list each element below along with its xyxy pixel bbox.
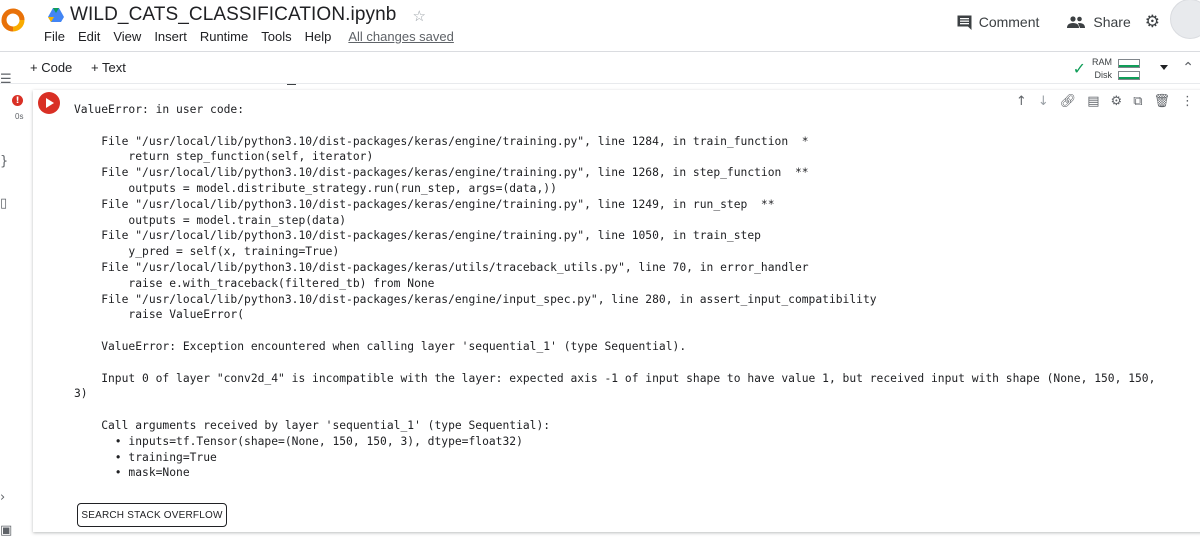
output-line: File "/usr/local/lib/python3.10/dist-pac… — [74, 166, 809, 180]
comment-icon — [957, 15, 972, 30]
output-line: • inputs=tf.Tensor(shape=(None, 150, 150… — [74, 434, 523, 448]
comment-button[interactable]: Comment — [957, 14, 1040, 30]
output-line: ValueError: in user code: — [74, 103, 245, 116]
people-icon — [1067, 16, 1086, 28]
disk-bar — [1118, 70, 1140, 80]
output-line: • mask=None — [74, 466, 190, 480]
output-line: raise ValueError( — [74, 308, 245, 322]
menu-file[interactable]: File — [44, 29, 65, 44]
output-line: File "/usr/local/lib/python3.10/dist-pac… — [74, 229, 761, 243]
output-line: outputs = model.distribute_strategy.run(… — [74, 181, 557, 195]
chevron-up-icon[interactable]: ⌃ — [1182, 59, 1194, 76]
output-line: 3) — [74, 387, 88, 401]
check-icon: ✓ — [1072, 61, 1086, 78]
output-line: outputs = model.train_step(data) — [74, 213, 347, 227]
menu-view[interactable]: View — [113, 29, 141, 44]
chevron-down-icon[interactable] — [1160, 65, 1168, 70]
files-icon[interactable]: ▯ — [0, 196, 7, 211]
chevron-right-icon[interactable]: › — [0, 490, 5, 505]
output-line: • training=True — [74, 450, 217, 464]
search-stack-overflow-button[interactable]: SEARCH STACK OVERFLOW — [77, 503, 227, 527]
gear-icon[interactable]: ⚙ — [1145, 12, 1160, 32]
output-line: Call arguments received by layer 'sequen… — [74, 418, 551, 432]
resource-monitor[interactable]: ✓ RAM Disk — [1073, 56, 1140, 82]
title-row: WILD_CATS_CLASSIFICATION.ipynb ☆ — [48, 4, 426, 26]
divider — [287, 84, 296, 85]
colab-logo-icon[interactable] — [0, 5, 32, 35]
output-line: raise e.with_traceback(filtered_tb) from… — [74, 276, 435, 290]
comment-label: Comment — [978, 14, 1040, 30]
run-cell-button[interactable] — [38, 92, 60, 114]
menu-edit[interactable]: Edit — [78, 29, 100, 44]
output-line: ValueError: Exception encountered when c… — [74, 339, 687, 353]
output-line: File "/usr/local/lib/python3.10/dist-pac… — [74, 292, 877, 306]
terminal-icon[interactable]: ▣ — [0, 523, 12, 538]
output-line: y_pred = self(x, training=True) — [74, 245, 340, 259]
menu-tools[interactable]: Tools — [261, 29, 291, 44]
output-line: File "/usr/local/lib/python3.10/dist-pac… — [74, 260, 809, 274]
share-button[interactable]: Share — [1067, 14, 1131, 30]
menu-bar: File Edit View Insert Runtime Tools Help… — [44, 29, 454, 44]
output-line: Input 0 of layer "conv2d_4" is incompati… — [74, 371, 1156, 385]
cell-output: ValueError: in user code: File "/usr/loc… — [74, 102, 1155, 481]
avatar[interactable] — [1170, 0, 1200, 39]
disk-label: Disk — [1094, 70, 1113, 80]
notebook-toolbar: + Code + Text ✓ RAM Disk ⌃ — [0, 51, 1200, 84]
share-label: Share — [1093, 14, 1131, 30]
star-icon[interactable]: ☆ — [412, 7, 425, 25]
output-line: File "/usr/local/lib/python3.10/dist-pac… — [74, 134, 809, 148]
menu-runtime[interactable]: Runtime — [200, 29, 248, 44]
output-line: File "/usr/local/lib/python3.10/dist-pac… — [74, 197, 775, 211]
ram-bar — [1118, 58, 1140, 68]
menu-help[interactable]: Help — [305, 29, 332, 44]
notebook-title[interactable]: WILD_CATS_CLASSIFICATION.ipynb — [70, 4, 396, 26]
delete-icon[interactable]: 🗑︎ — [1153, 94, 1170, 109]
output-line: return step_function(self, iterator) — [74, 150, 374, 164]
save-status-link[interactable]: All changes saved — [348, 29, 454, 44]
error-badge-icon: ! — [12, 95, 23, 106]
add-text-button[interactable]: + Text — [91, 60, 126, 75]
add-code-button[interactable]: + Code — [30, 60, 72, 75]
menu-insert[interactable]: Insert — [154, 29, 187, 44]
drive-icon — [48, 8, 64, 22]
execution-time: 0s — [15, 112, 24, 121]
more-vert-icon[interactable]: ⋮ — [1181, 94, 1194, 109]
header-actions: Comment Share ⚙ — [957, 0, 1200, 39]
ram-label: RAM — [1092, 57, 1112, 67]
toc-icon[interactable]: ☰ — [0, 72, 12, 87]
play-icon — [46, 98, 54, 108]
code-snippets-icon[interactable]: } — [0, 154, 8, 169]
